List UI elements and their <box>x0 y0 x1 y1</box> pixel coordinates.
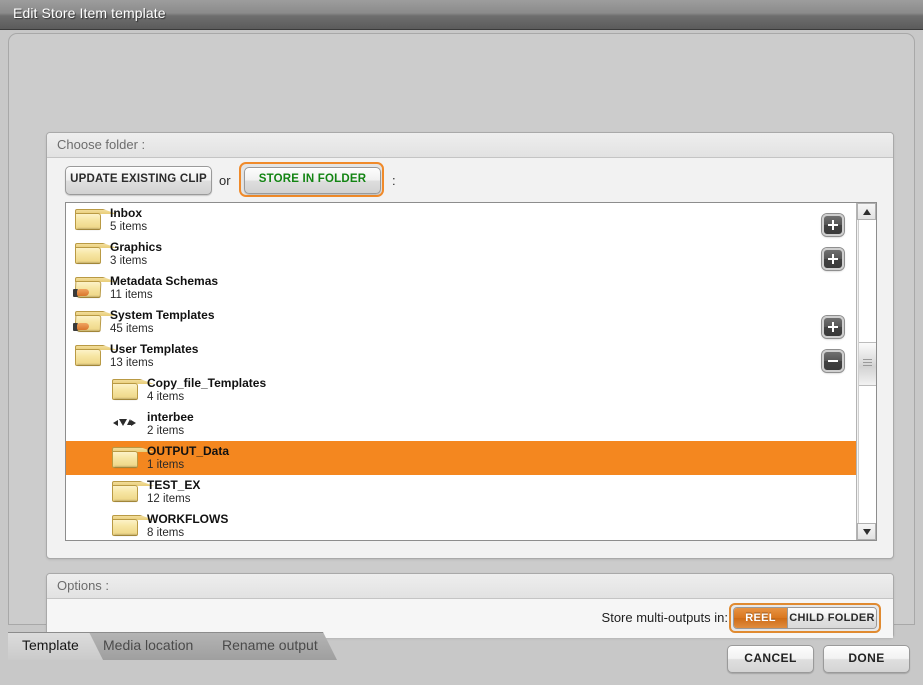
folder-item-count: 45 items <box>110 323 154 335</box>
scrollbar-grip-icon <box>863 359 872 367</box>
scrollbar-track[interactable] <box>858 220 876 523</box>
folder-item-count: 12 items <box>147 493 191 505</box>
folder-list-item[interactable]: System Templates 45 items <box>66 305 857 339</box>
window-title: Edit Store Item template <box>13 5 166 21</box>
folder-path-colon: : <box>392 173 396 188</box>
folder-name: OUTPUT_Data <box>147 444 230 458</box>
toggle-option-reel[interactable]: REEL <box>734 608 787 628</box>
update-existing-clip-button[interactable]: UPDATE EXISTING CLIP <box>65 166 212 195</box>
choose-folder-group: Choose folder : UPDATE EXISTING CLIP or … <box>46 132 894 559</box>
toggle-option-child-folder[interactable]: CHILD FOLDER <box>787 608 876 628</box>
folder-list[interactable]: Inbox 5 items Graphics 3 items Metadata Sche… <box>65 202 877 541</box>
folder-list-item[interactable]: WORKFLOWS 8 items <box>66 509 857 540</box>
options-header: Options : <box>47 574 893 599</box>
done-button[interactable]: DONE <box>823 645 910 673</box>
store-in-folder-focus-ring: STORE IN FOLDER <box>239 162 384 197</box>
mode-button-row: UPDATE EXISTING CLIP or STORE IN FOLDER … <box>47 158 893 202</box>
store-multi-outputs-label: Store multi-outputs in: <box>601 610 728 625</box>
folder-name: interbee <box>147 410 194 424</box>
multi-output-toggle[interactable]: REEL CHILD FOLDER <box>733 607 877 629</box>
folder-list-rows: Inbox 5 items Graphics 3 items Metadata Sche… <box>66 203 857 540</box>
folder-list-item[interactable]: TEST_EX 12 items <box>66 475 857 509</box>
folder-item-count: 8 items <box>147 527 185 539</box>
dialog-main-panel: Choose folder : UPDATE EXISTING CLIP or … <box>8 33 915 638</box>
tab-media-location[interactable]: Media location <box>89 632 222 660</box>
folder-list-item[interactable]: Graphics 3 items <box>66 237 857 271</box>
folder-name: System Templates <box>110 308 215 322</box>
store-in-folder-button[interactable]: STORE IN FOLDER <box>244 167 381 194</box>
tab-rename-output[interactable]: Rename output <box>208 632 337 660</box>
folder-name: Copy_file_Templates <box>147 376 267 390</box>
folder-list-item[interactable]: Inbox 5 items <box>66 203 857 237</box>
folder-list-item[interactable]: Copy_file_Templates 4 items <box>66 373 857 407</box>
folder-name: Metadata Schemas <box>110 274 219 288</box>
expand-folder-button[interactable] <box>822 248 844 270</box>
or-label: or <box>219 173 231 188</box>
folder-item-count: 4 items <box>147 391 185 403</box>
folder-list-item[interactable]: Metadata Schemas 11 items <box>66 271 857 305</box>
folder-name: Graphics <box>110 240 163 254</box>
choose-folder-header: Choose folder : <box>47 133 893 158</box>
folder-item-count: 3 items <box>110 255 148 267</box>
folder-name: TEST_EX <box>147 478 201 492</box>
folder-list-item[interactable]: interbee 2 items <box>66 407 857 441</box>
scroll-down-arrow-icon[interactable] <box>857 523 876 540</box>
folder-item-count: 11 items <box>110 289 153 301</box>
tab-template[interactable]: Template <box>8 632 103 660</box>
collapse-folder-button[interactable] <box>822 350 844 372</box>
scrollbar-thumb[interactable] <box>859 342 876 386</box>
multi-output-toggle-focus-ring: REEL CHILD FOLDER <box>729 603 881 633</box>
folder-list-item[interactable]: OUTPUT_Data 1 items <box>66 441 857 475</box>
folder-name: WORKFLOWS <box>147 512 229 526</box>
folder-item-count: 1 items <box>147 459 185 471</box>
folder-item-count: 2 items <box>147 425 185 437</box>
options-group: Options : Store multi-outputs in: REEL C… <box>46 573 894 638</box>
expand-folder-button[interactable] <box>822 316 844 338</box>
folder-list-item[interactable]: User Templates 13 items <box>66 339 857 373</box>
folder-name: Inbox <box>110 206 142 220</box>
folder-item-count: 13 items <box>110 357 154 369</box>
folder-item-count: 5 items <box>110 221 148 233</box>
cancel-button[interactable]: CANCEL <box>727 645 814 673</box>
scroll-up-arrow-icon[interactable] <box>857 203 876 220</box>
expand-folder-button[interactable] <box>822 214 844 236</box>
folder-name: User Templates <box>110 342 199 356</box>
window-title-bar: Edit Store Item template <box>0 0 923 30</box>
folder-list-scrollbar[interactable] <box>856 203 876 540</box>
